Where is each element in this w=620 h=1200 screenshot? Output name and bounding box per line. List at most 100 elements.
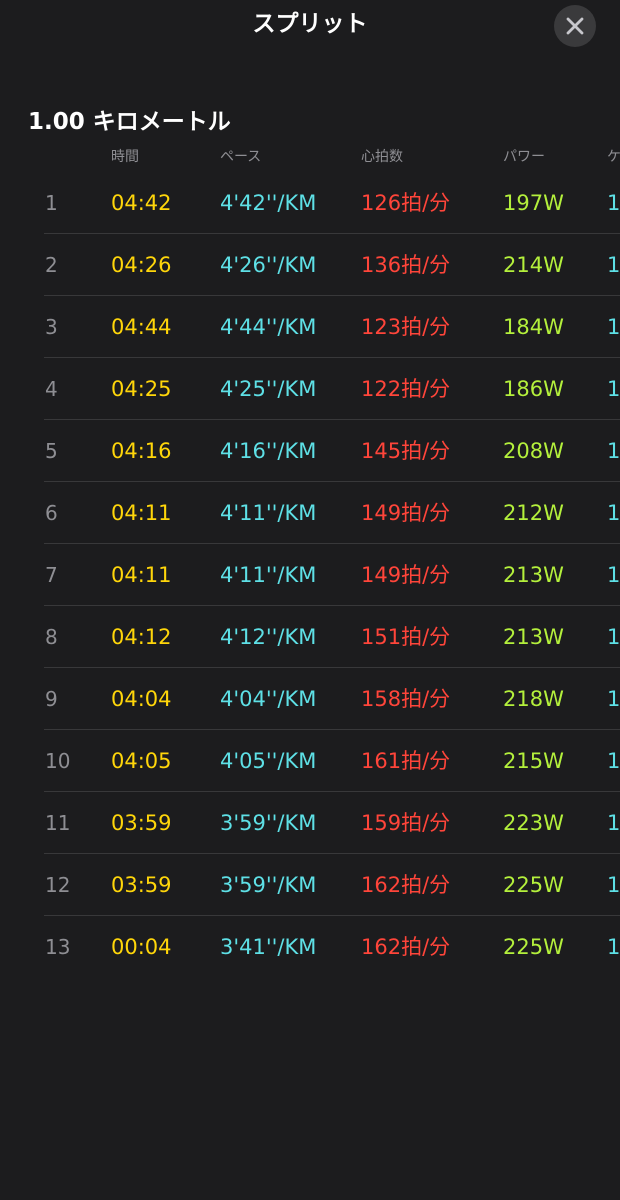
split-heart-rate: 158拍/分: [361, 687, 451, 711]
split-cadence: 16: [607, 935, 620, 959]
split-index: 2: [45, 253, 58, 277]
split-pace: 4'05''/KM: [220, 749, 317, 773]
split-heart-rate: 122拍/分: [361, 377, 451, 401]
split-power: 186W: [503, 377, 564, 401]
split-power: 197W: [503, 191, 564, 215]
page-title: スプリット: [252, 11, 368, 37]
split-heart-rate: 126拍/分: [361, 191, 451, 215]
split-pace: 4'26''/KM: [220, 253, 317, 277]
split-power: 214W: [503, 253, 564, 277]
split-cadence: 16: [607, 191, 620, 215]
split-pace: 3'59''/KM: [220, 811, 317, 835]
table-row: 6 04:11 4'11''/KM 149拍/分 212W 16: [0, 482, 620, 544]
split-distance-title: 1.00 キロメートル: [28, 109, 231, 135]
split-time: 04:44: [111, 315, 172, 339]
split-index: 9: [45, 687, 58, 711]
split-cadence: 16: [607, 377, 620, 401]
split-cadence: 16: [607, 315, 620, 339]
split-index: 3: [45, 315, 58, 339]
table-row: 11 03:59 3'59''/KM 159拍/分 223W 16: [0, 792, 620, 854]
table-row: 2 04:26 4'26''/KM 136拍/分 214W 16: [0, 234, 620, 296]
split-time: 04:25: [111, 377, 172, 401]
split-time: 04:16: [111, 439, 172, 463]
split-time: 04:11: [111, 563, 172, 587]
split-cadence: 16: [607, 439, 620, 463]
split-heart-rate: 151拍/分: [361, 625, 451, 649]
split-heart-rate: 149拍/分: [361, 563, 451, 587]
split-power: 213W: [503, 563, 564, 587]
close-button[interactable]: [554, 5, 596, 47]
split-time: 04:05: [111, 749, 172, 773]
split-pace: 3'59''/KM: [220, 873, 317, 897]
split-power: 184W: [503, 315, 564, 339]
split-power: 218W: [503, 687, 564, 711]
header-cadence: ケ: [607, 149, 620, 165]
split-power: 215W: [503, 749, 564, 773]
split-index: 7: [45, 563, 58, 587]
split-time: 03:59: [111, 811, 172, 835]
header-heart-rate: 心拍数: [361, 149, 403, 165]
split-cadence: 16: [607, 687, 620, 711]
split-pace: 4'44''/KM: [220, 315, 317, 339]
split-cadence: 16: [607, 253, 620, 277]
split-cadence: 16: [607, 811, 620, 835]
split-time: 03:59: [111, 873, 172, 897]
split-pace: 4'04''/KM: [220, 687, 317, 711]
split-pace: 4'11''/KM: [220, 563, 317, 587]
split-cadence: 16: [607, 563, 620, 587]
split-index: 13: [45, 935, 71, 959]
split-heart-rate: 161拍/分: [361, 749, 451, 773]
close-icon: [566, 17, 584, 35]
table-row: 12 03:59 3'59''/KM 162拍/分 225W 16: [0, 854, 620, 916]
split-index: 12: [45, 873, 71, 897]
split-power: 208W: [503, 439, 564, 463]
split-time: 04:11: [111, 501, 172, 525]
header-pace: ペース: [220, 149, 262, 165]
splits-table: 1 04:42 4'42''/KM 126拍/分 197W 16 2 04:26 4'26''/…: [0, 172, 620, 978]
split-heart-rate: 123拍/分: [361, 315, 451, 339]
table-row: 7 04:11 4'11''/KM 149拍/分 213W 16: [0, 544, 620, 606]
split-cadence: 16: [607, 873, 620, 897]
split-index: 4: [45, 377, 58, 401]
split-time: 04:12: [111, 625, 172, 649]
split-cadence: 16: [607, 749, 620, 773]
header-power: パワー: [503, 149, 545, 165]
split-power: 225W: [503, 873, 564, 897]
split-heart-rate: 162拍/分: [361, 935, 451, 959]
split-pace: 4'12''/KM: [220, 625, 317, 649]
split-heart-rate: 162拍/分: [361, 873, 451, 897]
header-time: 時間: [111, 149, 139, 165]
split-index: 11: [45, 811, 71, 835]
split-pace: 4'25''/KM: [220, 377, 317, 401]
table-row: 4 04:25 4'25''/KM 122拍/分 186W 16: [0, 358, 620, 420]
split-heart-rate: 159拍/分: [361, 811, 451, 835]
split-cadence: 16: [607, 625, 620, 649]
table-row: 5 04:16 4'16''/KM 145拍/分 208W 16: [0, 420, 620, 482]
column-headers: 時間 ペース 心拍数 パワー ケ: [0, 146, 620, 168]
split-time: 04:42: [111, 191, 172, 215]
split-pace: 4'42''/KM: [220, 191, 317, 215]
table-row: 13 00:04 3'41''/KM 162拍/分 225W 16: [0, 916, 620, 978]
split-heart-rate: 149拍/分: [361, 501, 451, 525]
table-row: 10 04:05 4'05''/KM 161拍/分 215W 16: [0, 730, 620, 792]
table-row: 1 04:42 4'42''/KM 126拍/分 197W 16: [0, 172, 620, 234]
table-row: 8 04:12 4'12''/KM 151拍/分 213W 16: [0, 606, 620, 668]
split-power: 223W: [503, 811, 564, 835]
split-heart-rate: 136拍/分: [361, 253, 451, 277]
split-index: 8: [45, 625, 58, 649]
split-power: 212W: [503, 501, 564, 525]
split-index: 5: [45, 439, 58, 463]
split-time: 00:04: [111, 935, 172, 959]
split-time: 04:26: [111, 253, 172, 277]
split-index: 1: [45, 191, 58, 215]
split-pace: 4'11''/KM: [220, 501, 317, 525]
split-pace: 3'41''/KM: [220, 935, 317, 959]
split-index: 10: [45, 749, 71, 773]
table-row: 9 04:04 4'04''/KM 158拍/分 218W 16: [0, 668, 620, 730]
split-time: 04:04: [111, 687, 172, 711]
split-heart-rate: 145拍/分: [361, 439, 451, 463]
split-power: 213W: [503, 625, 564, 649]
table-row: 3 04:44 4'44''/KM 123拍/分 184W 16: [0, 296, 620, 358]
split-power: 225W: [503, 935, 564, 959]
split-cadence: 16: [607, 501, 620, 525]
